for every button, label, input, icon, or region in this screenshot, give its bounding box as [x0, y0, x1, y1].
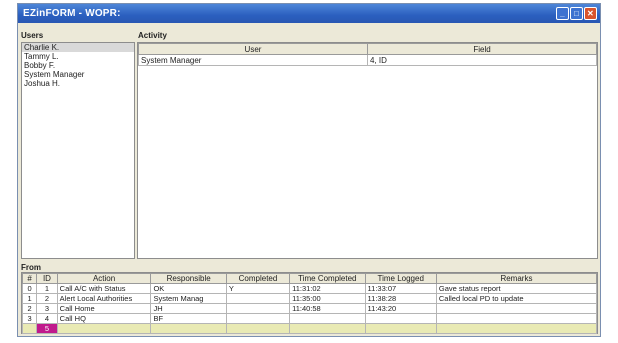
column-header-responsible[interactable]: Responsible — [150, 273, 227, 284]
table-cell[interactable] — [225, 323, 291, 334]
activity-panel: User Field System Manager 4, ID — [137, 42, 598, 259]
user-item[interactable]: Tammy L. — [22, 52, 134, 61]
activity-table: User Field System Manager 4, ID — [138, 43, 597, 66]
table-cell[interactable]: Called local PD to update — [435, 293, 598, 304]
users-list[interactable]: Charlie K. Tammy L. Bobby F. System Mana… — [21, 42, 135, 259]
table-cell[interactable] — [225, 303, 291, 314]
table-cell[interactable] — [435, 313, 598, 324]
table-cell[interactable]: 11:31:02 — [289, 283, 366, 294]
column-header-row-number[interactable]: # — [21, 273, 38, 284]
window-controls: _ □ ✕ — [556, 7, 597, 20]
table-row[interactable]: 1 2 Alert Local Authorities System Manag… — [21, 293, 598, 304]
table-cell[interactable]: System Manager — [138, 54, 368, 66]
app-window: EZinFORM - WOPR: _ □ ✕ Users Activity Ch… — [17, 3, 601, 337]
column-header-field[interactable]: Field — [367, 43, 597, 55]
table-cell[interactable]: 2 — [36, 293, 58, 304]
table-cell[interactable]: Alert Local Authorities — [56, 293, 152, 304]
table-cell[interactable] — [435, 303, 598, 314]
table-cell[interactable]: Call Home — [56, 303, 152, 314]
table-cell[interactable]: 2 — [21, 303, 38, 314]
table-cell[interactable]: 0 — [21, 283, 38, 294]
users-label: Users — [21, 31, 44, 40]
table-cell[interactable] — [150, 323, 227, 334]
table-cell[interactable] — [289, 323, 366, 334]
table-cell[interactable] — [289, 313, 366, 324]
table-cell[interactable] — [56, 323, 152, 334]
table-cell[interactable]: Y — [225, 283, 291, 294]
table-cell[interactable]: BF — [150, 313, 227, 324]
table-cell[interactable] — [21, 323, 38, 334]
column-header-time-completed[interactable]: Time Completed — [289, 273, 366, 284]
table-cell[interactable]: 11:40:58 — [289, 303, 366, 314]
column-header-action[interactable]: Action — [56, 273, 152, 284]
activity-label: Activity — [138, 31, 167, 40]
from-panel: # ID Action Responsible Completed Time C… — [21, 272, 598, 334]
user-item[interactable]: Charlie K. — [22, 43, 134, 52]
maximize-button[interactable]: □ — [570, 7, 583, 20]
table-cell[interactable]: Call HQ — [56, 313, 152, 324]
table-cell[interactable] — [225, 293, 291, 304]
new-record-row[interactable]: 5 — [21, 323, 598, 334]
column-header-remarks[interactable]: Remarks — [435, 273, 598, 284]
close-button[interactable]: ✕ — [584, 7, 597, 20]
table-cell[interactable]: 11:33:07 — [364, 283, 437, 294]
new-record-id-cell[interactable]: 5 — [36, 323, 58, 334]
table-cell[interactable]: 1 — [36, 283, 58, 294]
table-cell[interactable] — [364, 313, 437, 324]
column-header-id[interactable]: ID — [36, 273, 58, 284]
user-item[interactable]: Bobby F. — [22, 61, 134, 70]
table-cell[interactable]: 1 — [21, 293, 38, 304]
column-header-time-logged[interactable]: Time Logged — [364, 273, 437, 284]
table-cell[interactable]: OK — [150, 283, 227, 294]
column-header-user[interactable]: User — [138, 43, 368, 55]
table-cell[interactable]: System Manag — [150, 293, 227, 304]
table-cell[interactable]: 11:43:20 — [364, 303, 437, 314]
user-item[interactable]: Joshua H. — [22, 79, 134, 88]
table-cell[interactable]: 4 — [36, 313, 58, 324]
title-bar[interactable]: EZinFORM - WOPR: _ □ ✕ — [18, 4, 600, 23]
table-row[interactable]: 2 3 Call Home JH 11:40:58 11:43:20 — [21, 303, 598, 314]
table-cell[interactable] — [435, 323, 598, 334]
from-table: # ID Action Responsible Completed Time C… — [21, 273, 598, 334]
table-cell[interactable]: Call A/C with Status — [56, 283, 152, 294]
table-row[interactable]: 0 1 Call A/C with Status OK Y 11:31:02 1… — [21, 283, 598, 294]
table-cell[interactable] — [364, 323, 437, 334]
table-cell[interactable]: JH — [150, 303, 227, 314]
table-cell[interactable]: 11:38:28 — [364, 293, 437, 304]
table-cell[interactable] — [225, 313, 291, 324]
table-cell[interactable]: 3 — [21, 313, 38, 324]
column-header-completed[interactable]: Completed — [225, 273, 291, 284]
table-cell[interactable]: 4, ID — [367, 54, 597, 66]
table-cell[interactable]: Gave status report — [435, 283, 598, 294]
from-label: From — [21, 263, 41, 272]
user-item[interactable]: System Manager — [22, 70, 134, 79]
table-row[interactable]: 3 4 Call HQ BF — [21, 313, 598, 324]
table-row[interactable]: System Manager 4, ID — [138, 54, 597, 66]
minimize-button[interactable]: _ — [556, 7, 569, 20]
table-cell[interactable]: 3 — [36, 303, 58, 314]
table-cell[interactable]: 11:35:00 — [289, 293, 366, 304]
window-title: EZinFORM - WOPR: — [23, 8, 121, 19]
